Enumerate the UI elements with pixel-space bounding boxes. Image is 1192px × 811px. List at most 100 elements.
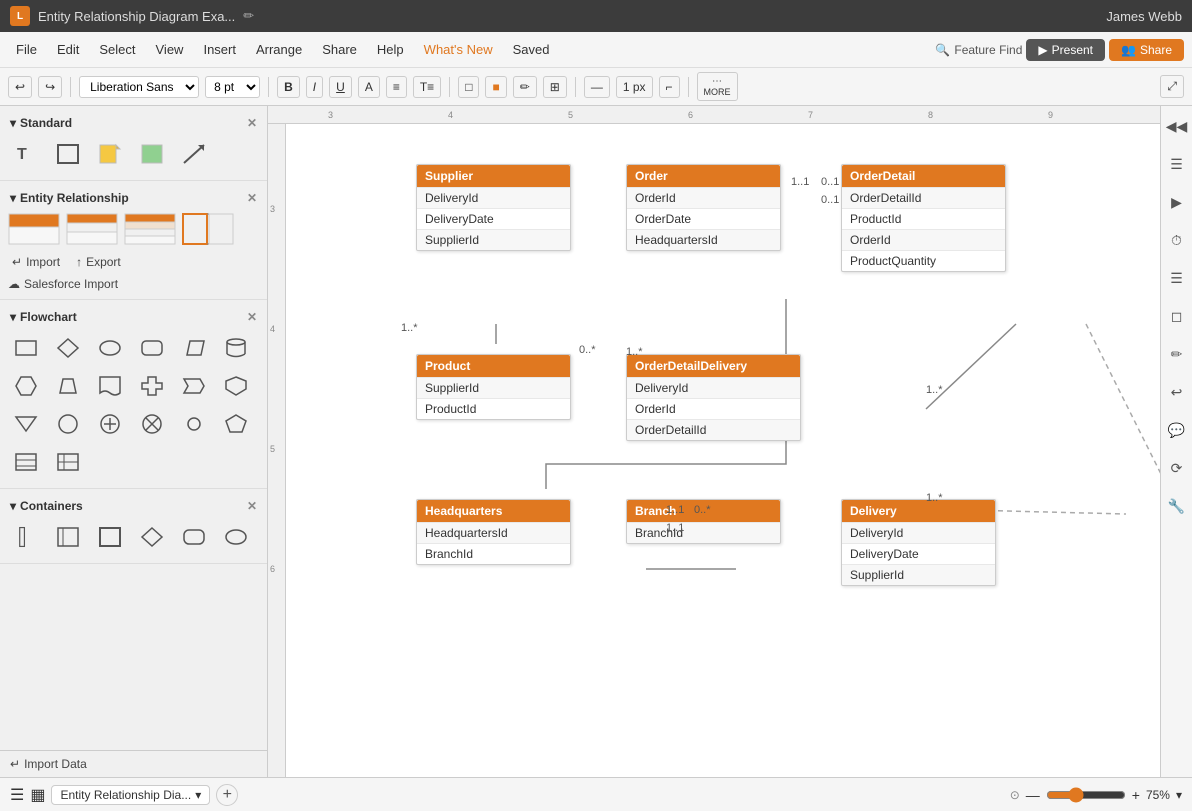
zoom-minus-button[interactable]: — [1026, 787, 1040, 803]
orderdetail-table[interactable]: OrderDetail OrderDetailId ProductId Orde… [841, 164, 1006, 272]
import-button[interactable]: ↵ Import [8, 253, 64, 271]
feature-find-button[interactable]: 🔍 Feature Find [935, 43, 1022, 57]
close-er-icon[interactable]: ✕ [247, 191, 257, 205]
fc-plus[interactable] [92, 408, 128, 440]
fc-para[interactable] [176, 332, 212, 364]
menu-file[interactable]: File [8, 38, 45, 61]
list-view-icon[interactable]: ☰ [10, 785, 24, 805]
zoom-slider[interactable] [1046, 787, 1126, 803]
cont-rrect[interactable] [176, 521, 212, 553]
redo-button[interactable]: ↪ [38, 76, 62, 98]
fc-x-circle[interactable] [134, 408, 170, 440]
play-panel-icon[interactable]: ▶ [1163, 188, 1191, 216]
text-format-button[interactable]: T≡ [413, 76, 441, 98]
fc-list2[interactable] [50, 446, 86, 478]
collapse-panel-icon[interactable]: ◀◀ [1163, 112, 1191, 140]
menu-view[interactable]: View [148, 38, 192, 61]
grid-view-icon[interactable]: ▦ [30, 785, 45, 805]
menu-select[interactable]: Select [91, 38, 143, 61]
extras-icon[interactable]: ↩ [1163, 378, 1191, 406]
bold-button[interactable]: B [277, 76, 300, 98]
timer-icon[interactable]: ⏱ [1163, 226, 1191, 254]
fc-shield[interactable] [218, 370, 254, 402]
underline-button[interactable]: U [329, 76, 352, 98]
layers-icon[interactable]: ☰ [1163, 264, 1191, 292]
line-color-button[interactable]: ✏ [513, 76, 537, 98]
salesforce-import-button[interactable]: ☁ Salesforce Import [0, 275, 267, 293]
arrow-shape[interactable] [176, 138, 212, 170]
menu-insert[interactable]: Insert [195, 38, 244, 61]
close-flowchart-icon[interactable]: ✕ [247, 310, 257, 324]
zoom-plus-button[interactable]: + [1132, 787, 1140, 803]
line-style-button[interactable]: — [584, 76, 610, 98]
er-shape-4[interactable] [182, 213, 234, 245]
zoom-arrow[interactable]: ▾ [1176, 788, 1182, 802]
import-data-button[interactable]: ↵ Import Data [0, 750, 267, 777]
standard-section-header[interactable]: ▾ Standard ✕ [0, 112, 267, 134]
connection-style-button[interactable]: ⊞ [543, 76, 567, 98]
fc-triangle-down[interactable] [8, 408, 44, 440]
menu-help[interactable]: Help [369, 38, 412, 61]
cont-diamond[interactable] [134, 521, 170, 553]
fc-chevron[interactable] [176, 370, 212, 402]
flowchart-section-header[interactable]: ▾ Flowchart ✕ [0, 306, 267, 328]
fc-doc[interactable] [92, 370, 128, 402]
font-size-select[interactable]: 8 pt 9 pt 10 pt 12 pt [205, 76, 260, 98]
more-button[interactable]: ⋯ MORE [697, 72, 738, 101]
er-shape-3[interactable] [124, 213, 176, 245]
undo-button[interactable]: ↩ [8, 76, 32, 98]
order-table[interactable]: Order OrderId OrderDate HeadquartersId [626, 164, 781, 251]
fc-list1[interactable] [8, 446, 44, 478]
edit-title-icon[interactable]: ✏ [243, 8, 254, 24]
present-button[interactable]: ▶ Present [1026, 39, 1105, 61]
align-left-button[interactable]: ≡ [386, 76, 407, 98]
fc-small-circle[interactable] [176, 408, 212, 440]
line-width-button[interactable]: 1 px [616, 76, 653, 98]
fc-cylinder[interactable] [218, 332, 254, 364]
close-standard-icon[interactable]: ✕ [247, 116, 257, 130]
shape-fill-button[interactable]: □ [458, 76, 479, 98]
cont-ellipse[interactable] [218, 521, 254, 553]
cont-rect[interactable] [92, 521, 128, 553]
menu-whats-new[interactable]: What's New [416, 38, 501, 61]
page-tab[interactable]: Entity Relationship Dia... ▾ [51, 785, 210, 805]
cont-pillar[interactable] [8, 521, 44, 553]
fullscreen-button[interactable]: ⤢ [1160, 75, 1184, 98]
note-shape[interactable] [92, 138, 128, 170]
tools-icon[interactable]: 🔧 [1163, 492, 1191, 520]
rectangle-shape[interactable] [50, 138, 86, 170]
supplier-table[interactable]: Supplier DeliveryId DeliveryDate Supplie… [416, 164, 571, 251]
containers-section-header[interactable]: ▾ Containers ✕ [0, 495, 267, 517]
fc-hex[interactable] [8, 370, 44, 402]
product-table[interactable]: Product SupplierId ProductId [416, 354, 571, 420]
italic-button[interactable]: I [306, 76, 323, 98]
menu-share[interactable]: Share [314, 38, 365, 61]
delivery-table[interactable]: Delivery DeliveryId DeliveryDate Supplie… [841, 499, 996, 586]
fc-ellipse[interactable] [92, 332, 128, 364]
er-section-header[interactable]: ▾ Entity Relationship ✕ [0, 187, 267, 209]
menu-arrange[interactable]: Arrange [248, 38, 310, 61]
close-containers-icon[interactable]: ✕ [247, 499, 257, 513]
headquarters-table[interactable]: Headquarters HeadquartersId BranchId [416, 499, 571, 565]
export-button[interactable]: ↑ Export [72, 253, 125, 271]
er-shape-2[interactable] [66, 213, 118, 245]
add-page-button[interactable]: + [216, 784, 238, 806]
cont-swim[interactable] [50, 521, 86, 553]
orderdetaildelivery-table[interactable]: OrderDetailDelivery DeliveryId OrderId O… [626, 354, 801, 441]
waypoint-button[interactable]: ⌐ [659, 76, 680, 98]
menu-edit[interactable]: Edit [49, 38, 87, 61]
history-icon[interactable]: ⟳ [1163, 454, 1191, 482]
format-icon[interactable]: ☰ [1163, 150, 1191, 178]
er-shape-1[interactable] [8, 213, 60, 245]
colored-rect-shape[interactable] [134, 138, 170, 170]
fill-color-button[interactable]: ■ [485, 76, 506, 98]
fc-pentagon[interactable] [218, 408, 254, 440]
fc-cross[interactable] [134, 370, 170, 402]
comment-icon[interactable]: 💬 [1163, 416, 1191, 444]
shape-panel-icon[interactable]: ◻ [1163, 302, 1191, 330]
fc-trapezoid[interactable] [50, 370, 86, 402]
menu-saved[interactable]: Saved [505, 38, 558, 61]
fc-diamond[interactable] [50, 332, 86, 364]
share-button[interactable]: 👥 Share [1109, 39, 1184, 61]
fc-rect[interactable] [8, 332, 44, 364]
